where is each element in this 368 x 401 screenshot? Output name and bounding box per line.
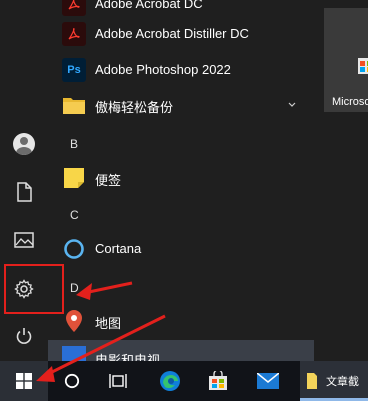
annotation-arrows (36, 281, 166, 382)
arrow-to-settings (76, 281, 133, 300)
arrow-to-start (36, 314, 166, 382)
